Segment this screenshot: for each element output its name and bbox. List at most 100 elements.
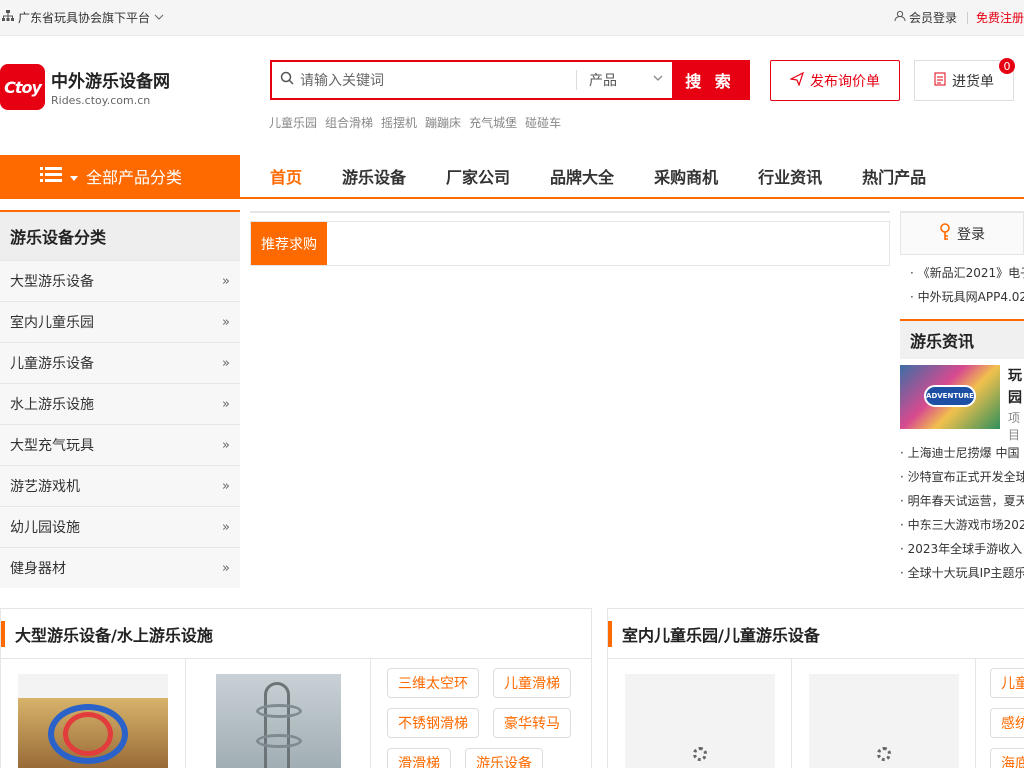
category-item[interactable]: 儿童游乐设备 » bbox=[0, 342, 240, 383]
nav-item-purchasing[interactable]: 采购商机 bbox=[634, 155, 738, 197]
menu-icon bbox=[40, 166, 62, 186]
category-item[interactable]: 游艺游戏机 » bbox=[0, 465, 240, 506]
top-bar: 广东省玩具协会旗下平台 会员登录 免费注册 bbox=[0, 0, 1024, 36]
category-item[interactable]: 大型充气玩具 » bbox=[0, 424, 240, 465]
product-card[interactable] bbox=[608, 659, 792, 768]
category-item[interactable]: 水上游乐设施 » bbox=[0, 383, 240, 424]
category-item[interactable]: 大型游乐设备 » bbox=[0, 260, 240, 301]
all-categories-button[interactable]: 全部产品分类 bbox=[0, 155, 240, 197]
news-section-title: 游乐资讯 bbox=[900, 319, 1024, 359]
site-name: 中外游乐设备网 bbox=[51, 72, 170, 92]
adventure-badge-image: ADVENTURE bbox=[924, 385, 976, 407]
news-text: 全球十大玩具IP主题乐 bbox=[907, 566, 1024, 580]
member-login-link[interactable]: 会员登录 bbox=[894, 9, 957, 26]
tag-link[interactable]: 豪华转马 bbox=[493, 708, 571, 738]
loading-image bbox=[808, 674, 959, 768]
news-text: 2023年全球手游收入 bbox=[907, 542, 1023, 556]
all-categories-label: 全部产品分类 bbox=[86, 168, 183, 187]
chevron-down-icon bbox=[652, 72, 664, 88]
news-list: · 上海迪士尼捞爆 中国 · 沙特宣布正式开发全球 · 明年春天试运营，夏天 ·… bbox=[900, 441, 1024, 585]
user-icon bbox=[894, 10, 906, 25]
tag-link[interactable]: 不锈钢滑梯 bbox=[387, 708, 479, 738]
news-item[interactable]: · 中东三大游戏市场202 bbox=[900, 513, 1024, 537]
news-text: 明年春天试运营，夏天 bbox=[907, 494, 1024, 508]
featured-news-title-line2: 园 bbox=[1008, 390, 1022, 406]
nav-item-hot-products[interactable]: 热门产品 bbox=[842, 155, 946, 197]
news-item[interactable]: · 明年春天试运营，夏天 bbox=[900, 489, 1024, 513]
nav-item-equipment[interactable]: 游乐设备 bbox=[322, 155, 426, 197]
notice-text: 中外玩具网APP4.02 bbox=[917, 290, 1024, 304]
notice-list: · 《新品汇2021》电子 · 中外玩具网APP4.02 bbox=[900, 255, 1024, 309]
double-chevron-right-icon: » bbox=[222, 396, 230, 412]
product-card[interactable] bbox=[186, 659, 371, 768]
center-content: 推荐求购 bbox=[250, 211, 890, 266]
nav-item-news[interactable]: 行业资讯 bbox=[738, 155, 842, 197]
register-link[interactable]: 免费注册 bbox=[976, 9, 1024, 26]
nav-item-brands[interactable]: 品牌大全 bbox=[530, 155, 634, 197]
news-item[interactable]: · 沙特宣布正式开发全球 bbox=[900, 465, 1024, 489]
news-item[interactable]: · 2023年全球手游收入 bbox=[900, 537, 1024, 561]
section-large-rides: 大型游乐设备/水上游乐设施 三维太空环 儿童滑梯 不锈钢滑梯 豪华转马 滑滑梯 … bbox=[0, 608, 592, 768]
double-chevron-right-icon: » bbox=[222, 478, 230, 494]
double-chevron-right-icon: » bbox=[222, 519, 230, 535]
hot-keyword[interactable]: 儿童乐园 bbox=[269, 114, 317, 131]
category-item[interactable]: 室内儿童乐园 » bbox=[0, 301, 240, 342]
nav-item-companies[interactable]: 厂家公司 bbox=[426, 155, 530, 197]
org-link[interactable]: 广东省玩具协会旗下平台 bbox=[2, 9, 164, 26]
login-box[interactable]: 登录 bbox=[900, 211, 1024, 255]
sitemap-icon bbox=[2, 10, 14, 25]
product-card[interactable] bbox=[1, 659, 186, 768]
category-item[interactable]: 幼儿园设施 » bbox=[0, 506, 240, 547]
news-item[interactable]: · 全球十大玩具IP主题乐 bbox=[900, 561, 1024, 585]
category-label: 幼儿园设施 bbox=[10, 520, 80, 536]
tag-link[interactable]: 三维太空环 bbox=[387, 668, 479, 698]
tag-link[interactable]: 滑滑梯 bbox=[387, 748, 451, 768]
notice-item[interactable]: · 中外玩具网APP4.02 bbox=[910, 285, 1024, 309]
product-image bbox=[215, 674, 341, 768]
search-type-value: 产品 bbox=[589, 73, 617, 89]
tag-link[interactable]: 海底 bbox=[990, 748, 1024, 768]
loading-image bbox=[624, 674, 775, 768]
tab-recommended-purchases[interactable]: 推荐求购 bbox=[251, 222, 327, 265]
search-button[interactable]: 搜 索 bbox=[672, 62, 748, 98]
send-icon bbox=[789, 71, 805, 90]
tag-link[interactable]: 儿童滑梯 bbox=[493, 668, 571, 698]
hot-keyword[interactable]: 蹦蹦床 bbox=[425, 114, 461, 131]
category-label: 游艺游戏机 bbox=[10, 479, 80, 495]
product-image bbox=[18, 674, 168, 768]
cart-count-badge: 0 bbox=[999, 58, 1015, 74]
search-input[interactable] bbox=[300, 72, 560, 88]
search-type-select[interactable]: 产品 bbox=[576, 70, 672, 90]
tag-link[interactable]: 儿童 bbox=[990, 668, 1024, 698]
section-indoor-playground: 室内儿童乐园/儿童游乐设备 儿童 感统 海底 bbox=[607, 608, 1024, 768]
search-bar: 产品 搜 索 bbox=[270, 60, 750, 100]
site-domain: Rides.ctoy.com.cn bbox=[51, 94, 151, 107]
hot-keyword[interactable]: 摇摆机 bbox=[381, 114, 417, 131]
featured-news[interactable]: ADVENTURE 玩 园 项目 bbox=[900, 365, 1024, 442]
nav-item-home[interactable]: 首页 bbox=[250, 155, 322, 197]
post-inquiry-button[interactable]: 发布询价单 bbox=[770, 60, 900, 101]
hot-keyword[interactable]: 碰碰车 bbox=[525, 114, 561, 131]
tag-link[interactable]: 感统 bbox=[990, 708, 1024, 738]
section-title: 室内儿童乐园/儿童游乐设备 bbox=[608, 609, 1024, 659]
tag-link[interactable]: 游乐设备 bbox=[465, 748, 543, 768]
double-chevron-right-icon: » bbox=[222, 314, 230, 330]
category-item[interactable]: 健身器材 » bbox=[0, 547, 240, 588]
category-sidebar: 游乐设备分类 大型游乐设备 » 室内儿童乐园 » 儿童游乐设备 » 水上游乐设施 » 大… bbox=[0, 210, 240, 588]
recommend-box: 推荐求购 bbox=[250, 221, 890, 266]
section-title: 大型游乐设备/水上游乐设施 bbox=[1, 609, 591, 659]
site-logo[interactable]: Ctoy 中外游乐设备网 Rides.ctoy.com.cn bbox=[0, 64, 170, 110]
notice-item[interactable]: · 《新品汇2021》电子 bbox=[910, 261, 1024, 285]
product-card[interactable] bbox=[792, 659, 976, 768]
double-chevron-right-icon: » bbox=[222, 355, 230, 371]
news-text: 上海迪士尼捞爆 中国 bbox=[907, 446, 1020, 460]
news-text: 沙特宣布正式开发全球 bbox=[907, 470, 1024, 484]
hot-keyword[interactable]: 充气城堡 bbox=[469, 114, 517, 131]
notice-text: 《新品汇2021》电子 bbox=[917, 266, 1024, 280]
chevron-down-icon bbox=[154, 11, 164, 25]
cart-button[interactable]: 进货单 0 bbox=[914, 58, 1015, 101]
right-panel: 登录 · 《新品汇2021》电子 · 中外玩具网APP4.02 游乐资讯 ADV… bbox=[900, 211, 1024, 585]
hot-keyword[interactable]: 组合滑梯 bbox=[325, 114, 373, 131]
main-nav: 全部产品分类 首页 游乐设备 厂家公司 品牌大全 采购商机 行业资讯 热门产品 bbox=[0, 155, 1024, 199]
news-item[interactable]: · 上海迪士尼捞爆 中国 bbox=[900, 441, 1024, 465]
